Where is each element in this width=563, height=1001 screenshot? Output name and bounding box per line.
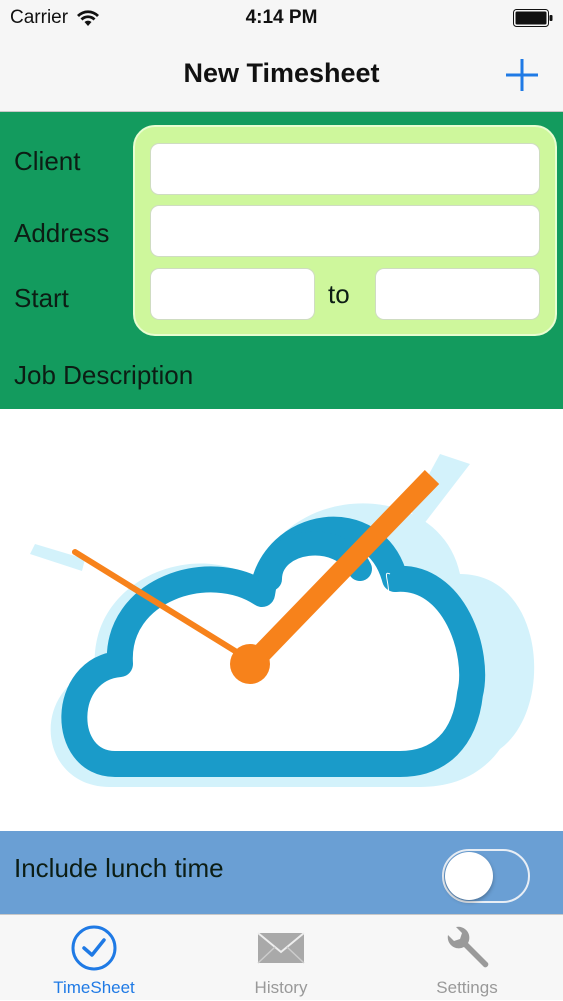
job-description-label: Job Description xyxy=(14,360,194,390)
battery-icon xyxy=(513,9,553,27)
wrench-icon xyxy=(447,926,489,968)
plus-icon[interactable] xyxy=(503,56,541,94)
job-description-area[interactable] xyxy=(0,409,563,831)
status-bar: Carrier 4:14 PM xyxy=(0,0,563,40)
to-label: to xyxy=(328,279,350,309)
status-time: 4:14 PM xyxy=(245,7,318,28)
lunch-toggle[interactable] xyxy=(442,849,530,903)
tab-timesheet-label: TimeSheet xyxy=(53,978,135,997)
tab-history-label: History xyxy=(254,978,308,997)
tab-settings-label: Settings xyxy=(436,978,498,997)
start-time-input[interactable] xyxy=(150,268,315,320)
address-input[interactable] xyxy=(150,205,540,257)
clock-check-icon xyxy=(71,925,117,971)
page-title: New Timesheet xyxy=(183,58,380,88)
toggle-knob xyxy=(445,852,493,900)
tab-timesheet[interactable]: TimeSheet xyxy=(24,915,164,1001)
tab-settings[interactable]: Settings xyxy=(397,915,537,1001)
lunch-row: Include lunch time xyxy=(0,831,563,914)
client-label: Client xyxy=(14,146,81,176)
field-panel: to xyxy=(133,125,557,336)
client-input[interactable] xyxy=(150,143,540,195)
cloud-clock-logo xyxy=(30,454,535,787)
tab-bar: TimeSheet History Settings xyxy=(0,914,563,1000)
start-label: Start xyxy=(14,283,69,313)
envelope-icon xyxy=(257,932,305,964)
navigation-bar: New Timesheet xyxy=(0,40,563,112)
end-time-input[interactable] xyxy=(375,268,540,320)
timesheet-form: Client Address Start to Job Description xyxy=(0,112,563,409)
tab-history[interactable]: History xyxy=(211,915,351,1001)
address-label: Address xyxy=(14,218,110,248)
lunch-label: Include lunch time xyxy=(14,853,224,883)
